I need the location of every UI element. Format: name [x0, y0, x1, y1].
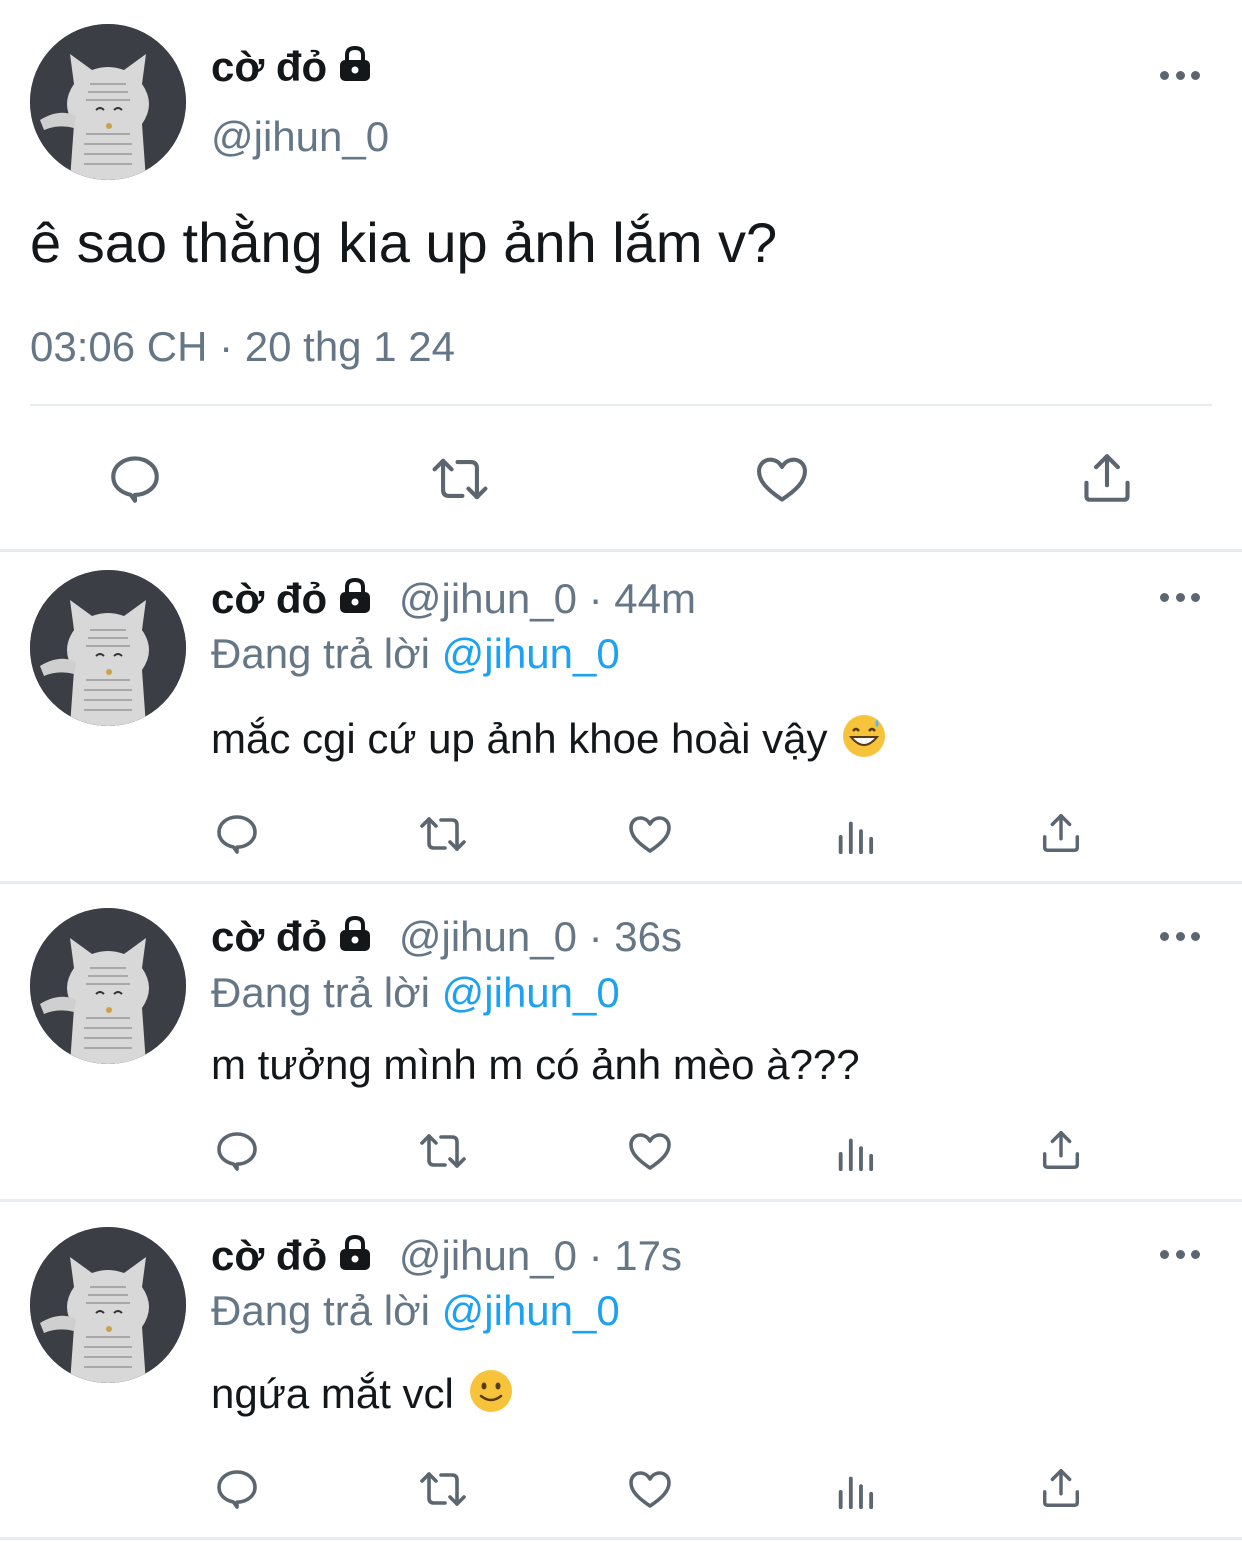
like-icon[interactable]	[625, 1465, 675, 1513]
replying-to-link[interactable]: @jihun_0	[442, 1287, 620, 1334]
more-icon[interactable]	[1160, 930, 1200, 942]
time-ago: · 44m	[588, 575, 696, 622]
retweet-icon[interactable]	[416, 810, 470, 858]
grinning-sweat-emoji	[841, 713, 887, 770]
time-ago: · 17s	[588, 1232, 683, 1279]
reply-icon[interactable]	[213, 1127, 261, 1175]
lock-icon	[335, 43, 375, 94]
tweet-text: mắc cgi cứ up ảnh khoe hoài vậy	[211, 715, 828, 762]
avatar[interactable]	[30, 570, 186, 726]
reply-icon[interactable]	[213, 810, 261, 858]
like-icon[interactable]	[752, 450, 812, 508]
display-name[interactable]: cờ đỏ	[211, 1232, 327, 1279]
share-icon[interactable]	[1078, 448, 1136, 508]
retweet-icon[interactable]	[416, 1465, 470, 1513]
tweet-text: ngứa mắt vcl	[211, 1370, 454, 1417]
avatar[interactable]	[30, 1227, 186, 1383]
replying-prefix: Đang trả lời	[211, 969, 430, 1016]
share-icon[interactable]	[1038, 1126, 1084, 1174]
retweet-icon[interactable]	[428, 450, 492, 508]
analytics-icon[interactable]	[832, 1129, 880, 1175]
reply-icon[interactable]	[106, 450, 164, 508]
display-name[interactable]: cờ đỏ	[211, 575, 327, 622]
tweet-text: ê sao thằng kia up ảnh lắm v?	[30, 211, 778, 274]
share-icon[interactable]	[1038, 1464, 1084, 1512]
replying-to-link[interactable]: @jihun_0	[442, 969, 620, 1016]
section-divider	[0, 881, 1242, 884]
more-icon[interactable]	[1160, 69, 1200, 81]
like-icon[interactable]	[625, 1127, 675, 1175]
avatar[interactable]	[30, 908, 186, 1064]
like-icon[interactable]	[625, 810, 675, 858]
handle[interactable]: @jihun_0	[399, 913, 577, 960]
handle[interactable]: @jihun_0	[399, 575, 577, 622]
retweet-icon[interactable]	[416, 1127, 470, 1175]
lock-icon	[335, 1232, 375, 1283]
lock-icon	[335, 913, 375, 964]
handle[interactable]: @jihun_0	[399, 1232, 577, 1279]
more-icon[interactable]	[1160, 591, 1200, 603]
reply-icon[interactable]	[213, 1465, 261, 1513]
handle[interactable]: @jihun_0	[211, 112, 389, 162]
display-name[interactable]: cờ đỏ	[211, 43, 327, 90]
avatar[interactable]	[30, 24, 186, 180]
section-divider	[0, 1537, 1242, 1540]
section-divider	[0, 549, 1242, 552]
section-divider	[0, 1199, 1242, 1202]
replying-prefix: Đang trả lời	[211, 630, 430, 677]
share-icon[interactable]	[1038, 809, 1084, 857]
timestamp: 03:06 CH · 20 thg 1 24	[30, 323, 455, 370]
more-icon[interactable]	[1160, 1248, 1200, 1260]
slightly-smiling-emoji	[468, 1368, 514, 1425]
analytics-icon[interactable]	[832, 1467, 880, 1513]
analytics-icon[interactable]	[832, 812, 880, 858]
tweet-text: m tưởng mình m có ảnh mèo à???	[211, 1041, 860, 1088]
timestamp-divider	[30, 404, 1212, 406]
replying-to-link[interactable]: @jihun_0	[442, 630, 620, 677]
replying-prefix: Đang trả lời	[211, 1287, 430, 1334]
lock-icon	[335, 575, 375, 626]
time-ago: · 36s	[588, 913, 683, 960]
display-name[interactable]: cờ đỏ	[211, 913, 327, 960]
